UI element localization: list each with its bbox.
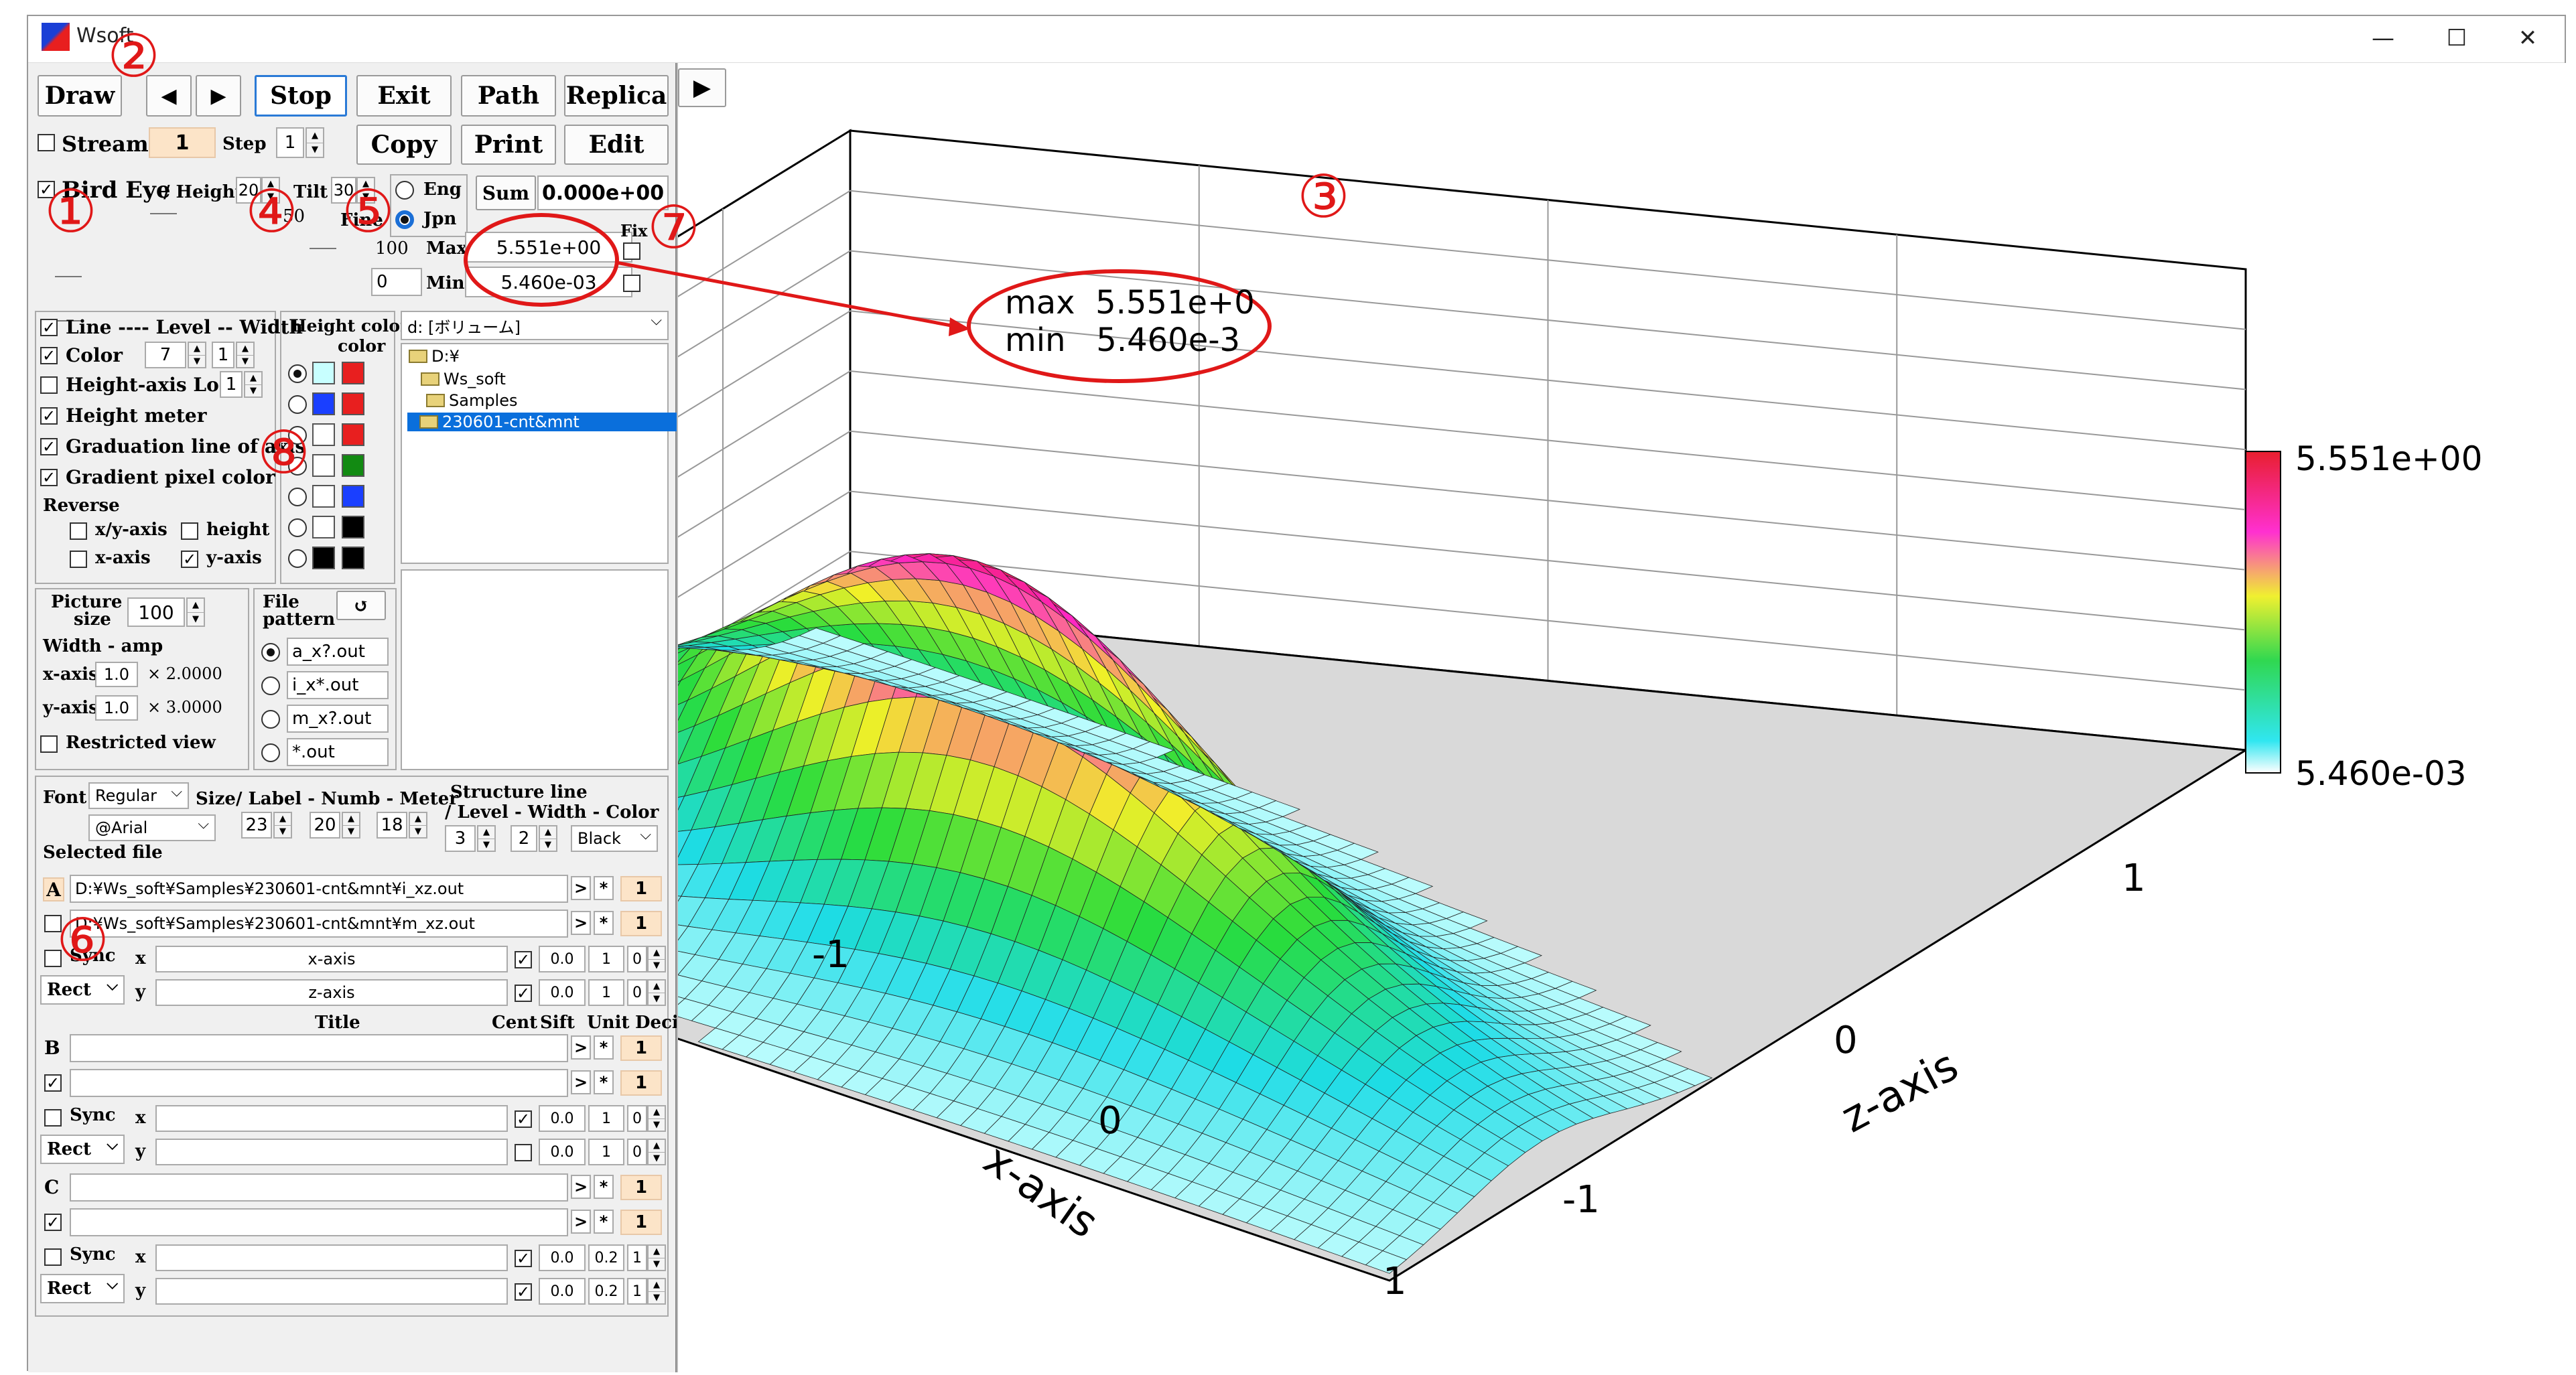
marker-3: ③ [1297, 162, 1350, 231]
marker-6: ⑥ [56, 906, 109, 974]
marker-8: ⑧ [257, 418, 310, 487]
marker-7: ⑦ [647, 193, 700, 262]
marker-2: ② [107, 21, 160, 90]
marker-4: ④ [245, 177, 298, 246]
marker-1: ① [44, 177, 97, 246]
marker-5: ⑤ [342, 177, 395, 246]
